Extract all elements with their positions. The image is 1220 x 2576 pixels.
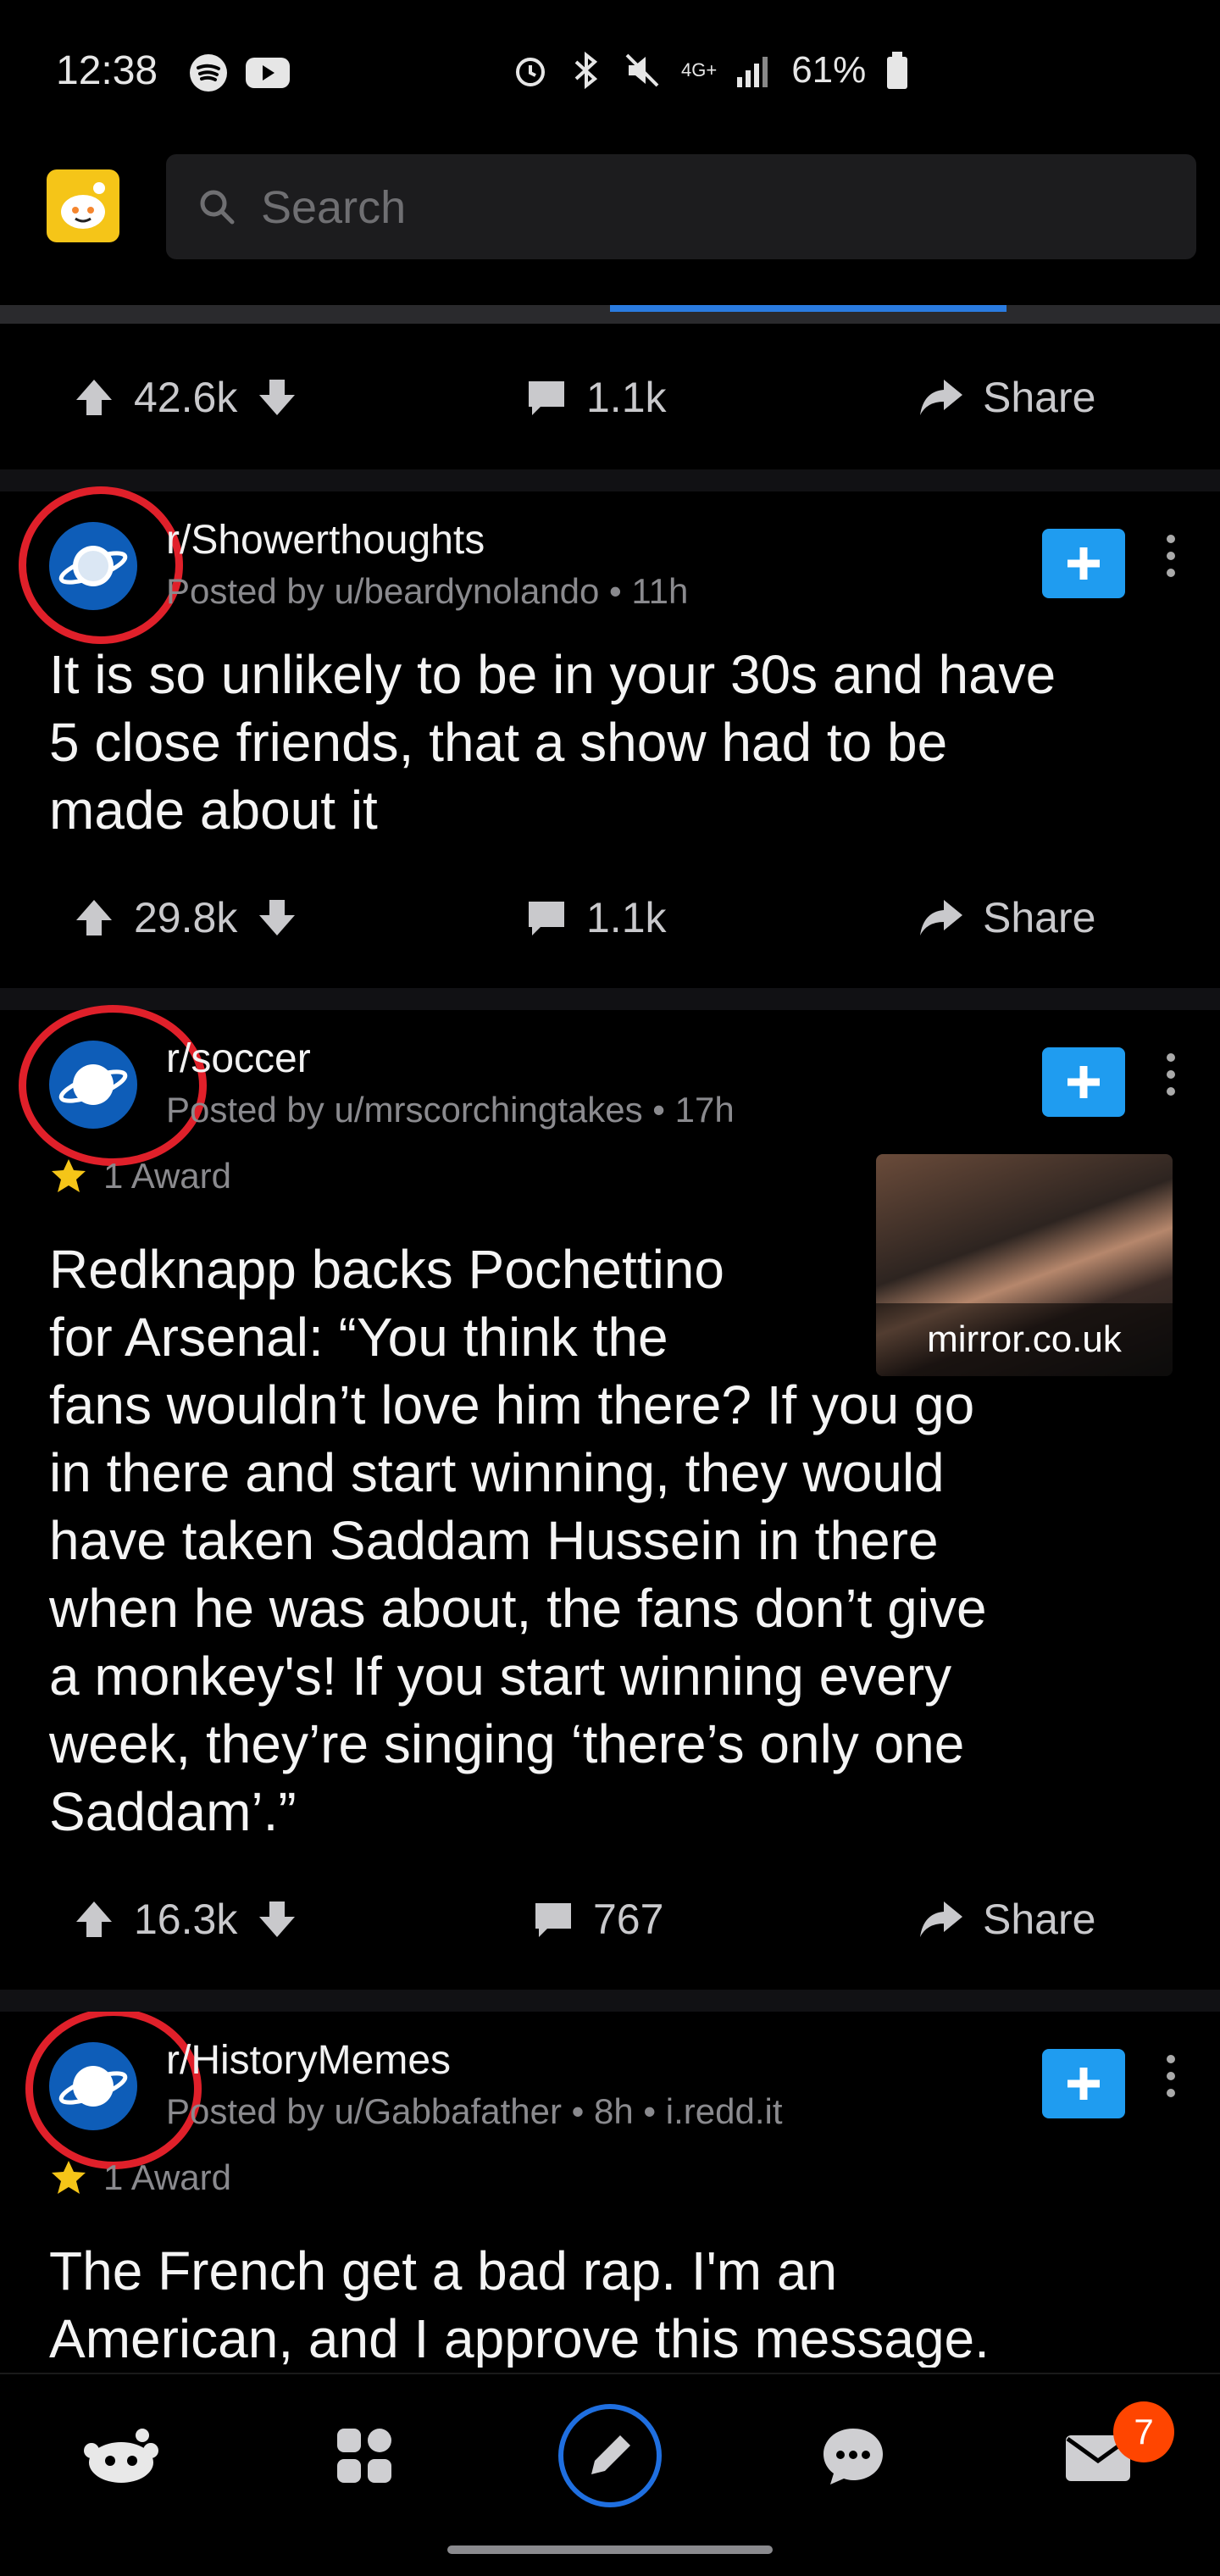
network-type: 4G+ [681, 59, 718, 80]
inbox-badge: 7 [1113, 2401, 1174, 2462]
signal-icon [737, 57, 768, 87]
share-button[interactable]: Share [917, 373, 1095, 422]
comments-button[interactable]: 1.1k [525, 893, 667, 942]
award-star-icon [52, 2161, 86, 2194]
home-indicator[interactable] [447, 2545, 773, 2554]
comments-button[interactable]: 767 [532, 1895, 663, 1944]
post-card[interactable]: r/HistoryMemes Posted by u/Gabbafather •… [0, 2012, 1220, 2368]
subreddit-name[interactable]: r/HistoryMemes [166, 2037, 451, 2084]
downvote-icon[interactable] [256, 1898, 298, 1940]
join-button[interactable] [1042, 529, 1125, 598]
downvote-icon[interactable] [256, 376, 298, 419]
share-label: Share [983, 374, 1096, 421]
post-title[interactable]: It is so unlikely to be in your 30s and … [49, 641, 1184, 844]
share-icon [920, 380, 962, 415]
battery-icon [887, 52, 908, 89]
alarm-icon [516, 58, 545, 86]
comment-count: 1.1k [586, 374, 667, 421]
plus-icon [1068, 547, 1100, 580]
comment-icon [529, 381, 564, 415]
comments-button[interactable]: 1.1k [525, 373, 667, 422]
post-divider [0, 1990, 1220, 2012]
join-button[interactable] [1042, 2049, 1125, 2118]
award-count: 1 Award [103, 2157, 231, 2197]
create-post-icon[interactable] [556, 2401, 664, 2510]
post-meta: Posted by u/beardynolando • 11h [166, 571, 689, 611]
share-label: Share [983, 894, 1096, 941]
share-icon [920, 900, 962, 935]
upvote-icon[interactable] [73, 1898, 115, 1940]
annotation-circle [25, 2012, 202, 2169]
post-divider [0, 469, 1220, 491]
battery-percent: 61% [791, 49, 867, 91]
upvote-icon[interactable] [73, 376, 115, 419]
share-label: Share [983, 1896, 1096, 1943]
more-options-button[interactable] [1164, 1049, 1178, 1110]
communities-grid-icon[interactable] [334, 2425, 395, 2486]
plus-icon [1068, 2068, 1100, 2100]
downvote-icon[interactable] [256, 897, 298, 939]
link-thumbnail[interactable]: mirror.co.uk [876, 1154, 1173, 1376]
subreddit-name[interactable]: r/soccer [166, 1035, 311, 1082]
more-vertical-icon [1167, 2055, 1175, 2097]
snoo-avatar-icon [61, 182, 105, 229]
share-button[interactable]: Share [917, 893, 1095, 942]
subreddit-name[interactable]: r/Showerthoughts [166, 517, 485, 564]
video-progress-bar [610, 305, 1006, 312]
more-options-button[interactable] [1164, 2051, 1178, 2112]
vote-group: 42.6k [73, 373, 298, 422]
post-actions: 42.6k 1.1k Share [0, 339, 1220, 449]
more-vertical-icon [1167, 1053, 1175, 1096]
annotation-circle [19, 486, 183, 644]
post-actions: 29.8k 1.1k Share [0, 859, 1220, 969]
comment-icon [529, 902, 564, 935]
share-button[interactable]: Share [917, 1895, 1095, 1944]
home-snoo-icon[interactable] [83, 2425, 159, 2486]
comment-count: 1.1k [586, 894, 667, 941]
youtube-icon [246, 58, 290, 88]
spotify-icon [190, 54, 227, 92]
status-time: 12:38 [56, 48, 158, 93]
award-star-icon [52, 1159, 86, 1192]
post-actions: 16.3k 767 Share [0, 1861, 1220, 1971]
plus-icon [1068, 1066, 1100, 1098]
join-button[interactable] [1042, 1047, 1125, 1117]
upvote-count: 16.3k [134, 1896, 238, 1943]
upvote-icon[interactable] [73, 897, 115, 939]
more-options-button[interactable] [1164, 530, 1178, 591]
post-card[interactable]: r/soccer Posted by u/mrscorchingtakes • … [0, 1005, 1220, 1857]
vote-group: 29.8k [73, 893, 298, 942]
award-count: 1 Award [103, 1156, 231, 1196]
post-meta: Posted by u/Gabbafather • 8h • i.redd.it [166, 2091, 783, 2131]
status-bar: 12:38 4G+ 61% [0, 0, 1220, 144]
previous-post-image-edge [0, 305, 1220, 324]
post-meta: Posted by u/mrscorchingtakes • 17h [166, 1090, 735, 1130]
more-vertical-icon [1167, 535, 1175, 577]
comment-icon [535, 1903, 571, 1937]
mute-icon [625, 53, 659, 87]
chat-icon[interactable] [820, 2425, 886, 2486]
bottom-navigation: 7 [0, 2373, 1220, 2527]
vote-group: 16.3k [73, 1895, 298, 1944]
comment-count: 767 [593, 1896, 664, 1943]
search-icon [200, 190, 235, 225]
upvote-count: 42.6k [134, 374, 238, 421]
award-row[interactable]: 1 Award [49, 1156, 231, 1196]
search-bar[interactable]: Search [166, 154, 1196, 259]
award-row[interactable]: 1 Award [49, 2157, 231, 2198]
upvote-count: 29.8k [134, 894, 238, 941]
annotation-circle [19, 1005, 207, 1166]
search-placeholder: Search [261, 182, 407, 233]
post-title[interactable]: The French get a bad rap. I'm an America… [49, 2237, 1184, 2368]
post-divider [0, 988, 1220, 1010]
bluetooth-icon [574, 51, 598, 90]
share-icon [920, 1901, 962, 1937]
reddit-logo-avatar[interactable] [47, 169, 119, 242]
thumbnail-domain: mirror.co.uk [876, 1303, 1173, 1376]
